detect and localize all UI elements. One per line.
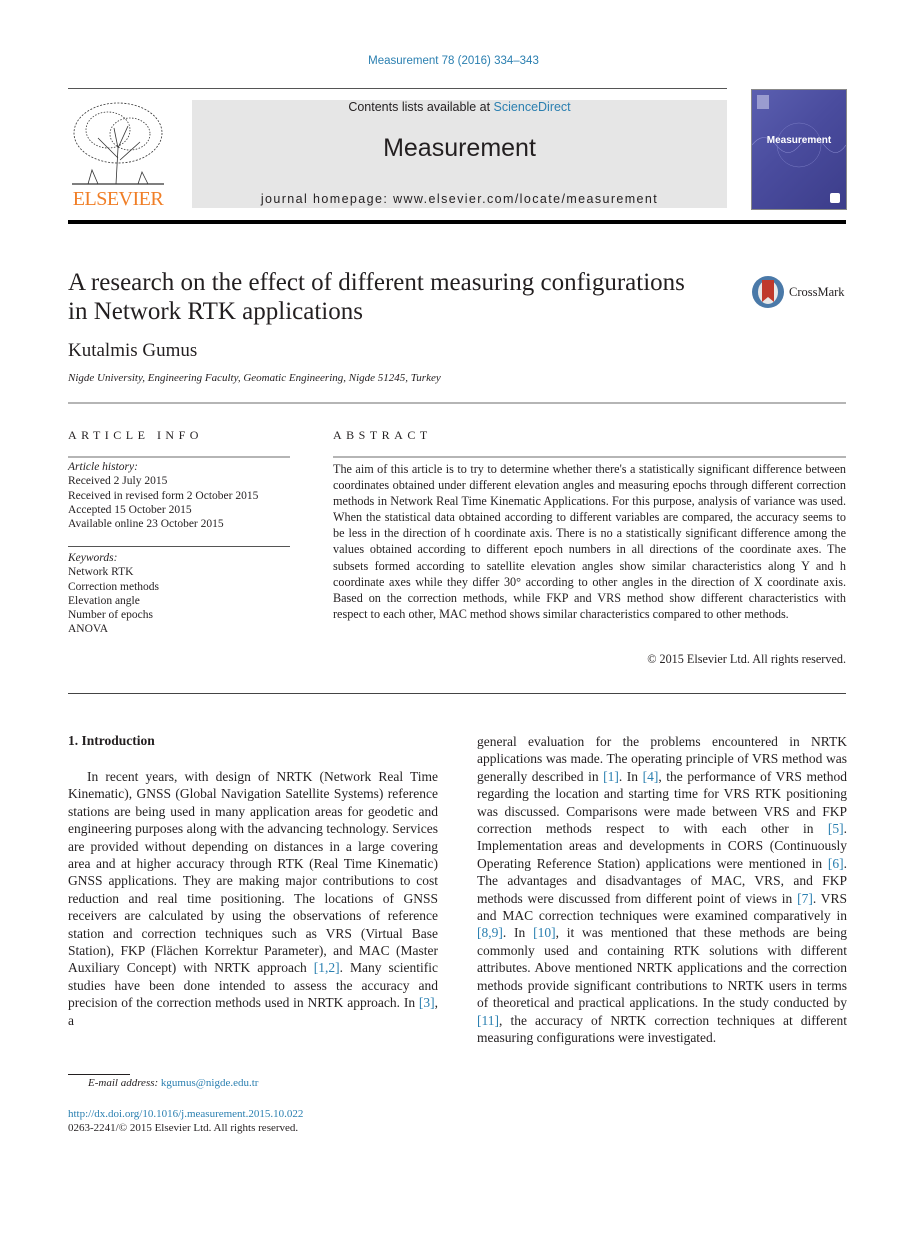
crossmark-icon (752, 276, 784, 308)
cover-logo-icon (830, 193, 840, 203)
cover-emblem-icon (757, 95, 769, 109)
email-link[interactable]: kgumus@nigde.edu.tr (161, 1077, 259, 1089)
history-online: Available online 23 October 2015 (68, 518, 224, 531)
elsevier-logo[interactable]: ELSEVIER (68, 98, 168, 210)
keywords-rule (68, 546, 290, 547)
email-label: E-mail address: (88, 1077, 161, 1089)
citation-link[interactable]: [10] (533, 925, 556, 940)
citation-link[interactable]: [11] (477, 1013, 499, 1028)
elsevier-tree-icon (72, 102, 164, 185)
article-title-line-1: A research on the effect of different me… (68, 269, 685, 296)
citation-link[interactable]: [1] (603, 769, 619, 784)
citation-link[interactable]: [1,2] (314, 960, 340, 975)
article-info-heading: ARTICLE INFO (68, 428, 203, 442)
keywords: Keywords: Network RTK Correction methods… (68, 551, 290, 637)
abstract-heading: ABSTRACT (333, 428, 432, 442)
history-accepted: Accepted 15 October 2015 (68, 503, 192, 516)
history-revised: Received in revised form 2 October 2015 (68, 489, 259, 502)
doi-link[interactable]: http://dx.doi.org/10.1016/j.measurement.… (68, 1108, 303, 1120)
header-thick-rule (68, 220, 846, 224)
article-info-rule (68, 456, 290, 458)
journal-banner: Contents lists available at ScienceDirec… (192, 100, 727, 208)
introduction-left-column: In recent years, with design of NRTK (Ne… (68, 769, 438, 1028)
journal-homepage[interactable]: journal homepage: www.elsevier.com/locat… (192, 192, 727, 206)
history-label: Article history: (68, 461, 138, 473)
contents-line: Contents lists available at ScienceDirec… (192, 100, 727, 114)
section-rule (68, 402, 846, 404)
crossmark-ribbon-icon (762, 280, 774, 302)
citation-link[interactable]: [5] (828, 821, 844, 836)
keyword-item: ANOVA (68, 623, 109, 636)
journal-citation-link[interactable]: Measurement 78 (2016) 334–343 (0, 55, 907, 67)
citation-link[interactable]: [3] (419, 995, 435, 1010)
abstract-copyright: © 2015 Elsevier Ltd. All rights reserved… (647, 652, 846, 666)
issn-copyright: 0263-2241/© 2015 Elsevier Ltd. All right… (68, 1122, 299, 1134)
author-name[interactable]: Kutalmis Gumus (68, 340, 197, 362)
crossmark-button[interactable]: CrossMark (752, 276, 852, 312)
citation-link[interactable]: [4] (643, 769, 659, 784)
article-history: Article history: Received 2 July 2015 Re… (68, 460, 290, 531)
keywords-label: Keywords: (68, 552, 118, 564)
abstract-rule (333, 456, 846, 458)
contents-prefix: Contents lists available at (348, 100, 494, 114)
keyword-item: Number of epochs (68, 609, 153, 622)
cover-title: Measurement (766, 135, 832, 146)
author-affiliation: Nigde University, Engineering Faculty, G… (68, 372, 441, 384)
footnote-rule (68, 1074, 130, 1075)
header-rule (68, 88, 727, 89)
keyword-item: Network RTK (68, 566, 134, 579)
introduction-right-column: general evaluation for the problems enco… (477, 734, 848, 1045)
history-received: Received 2 July 2015 (68, 475, 168, 488)
sciencedirect-link[interactable]: ScienceDirect (494, 100, 571, 114)
citation-link[interactable]: [8,9] (477, 925, 503, 940)
footnote: E-mail address: kgumus@nigde.edu.tr (88, 1077, 258, 1089)
citation-link[interactable]: [7] (797, 891, 813, 906)
journal-cover-image[interactable]: Measurement (751, 89, 847, 210)
introduction-heading: 1. Introduction (68, 733, 155, 748)
keyword-item: Elevation angle (68, 594, 140, 607)
keyword-item: Correction methods (68, 580, 160, 593)
article-title: A research on the effect of different me… (68, 268, 738, 326)
abstract-text: The aim of this article is to try to det… (333, 462, 846, 621)
elsevier-wordmark: ELSEVIER (72, 188, 164, 210)
body-rule (68, 693, 846, 694)
journal-name: Measurement (383, 134, 536, 162)
citation-link[interactable]: [6] (828, 856, 844, 871)
crossmark-label: CrossMark (789, 285, 845, 299)
article-title-line-2: in Network RTK applications (68, 298, 363, 325)
